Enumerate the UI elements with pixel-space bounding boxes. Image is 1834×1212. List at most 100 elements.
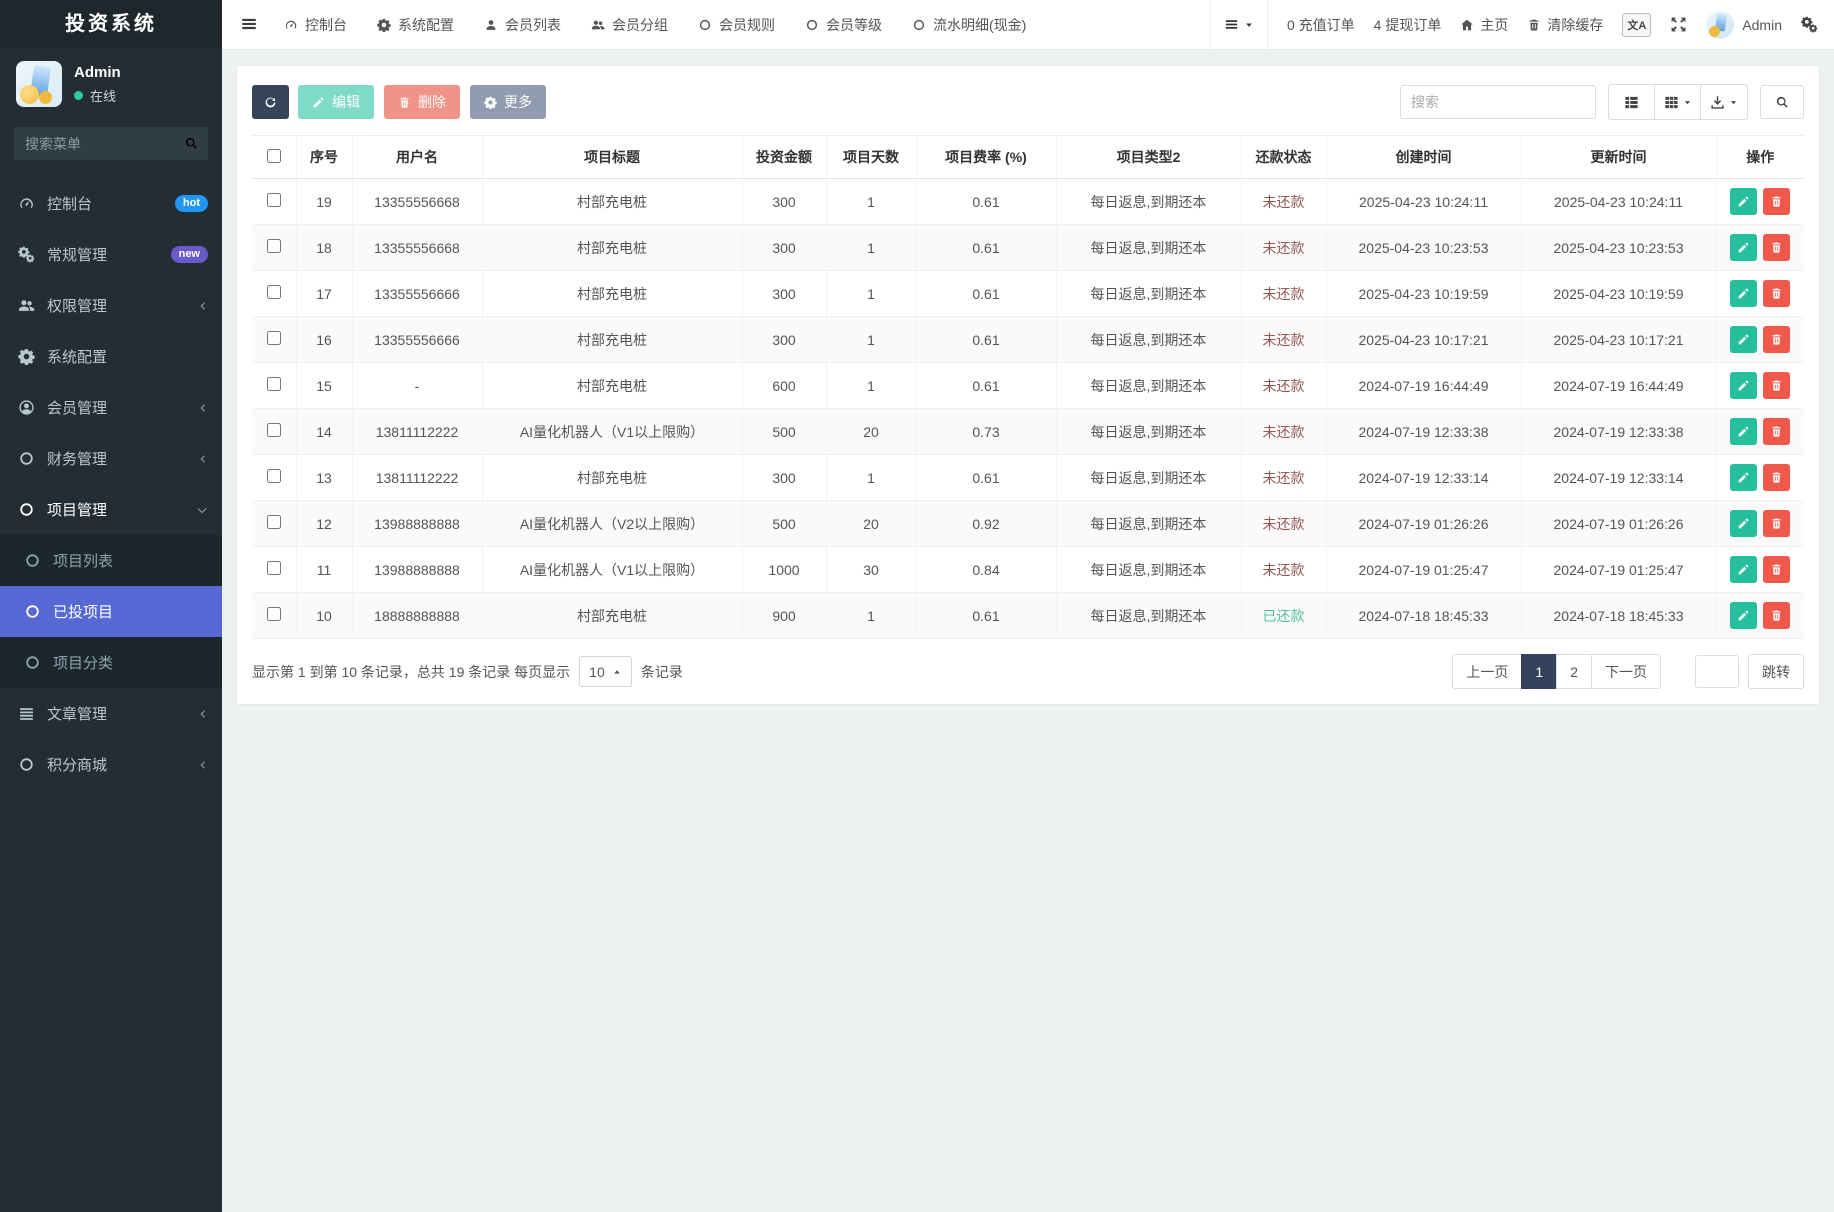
edit-button[interactable]: 编辑: [298, 85, 374, 119]
cell-id: 12: [296, 501, 352, 547]
topnav-cash-flow[interactable]: 流水明细(现金): [912, 15, 1026, 35]
delete-row-button[interactable]: [1763, 280, 1790, 307]
delete-row-button[interactable]: [1763, 326, 1790, 353]
prev-page-button[interactable]: 上一页: [1452, 654, 1522, 689]
topnav-system-config[interactable]: 系统配置: [377, 15, 454, 35]
columns-button[interactable]: [1655, 85, 1701, 119]
toggle-view-button[interactable]: [1609, 85, 1655, 119]
topnav-member-level[interactable]: 会员等级: [805, 15, 882, 35]
edit-row-button[interactable]: [1730, 556, 1757, 583]
cell-amount: 300: [742, 317, 826, 363]
sidebar-item-dashboard[interactable]: 控制台hot: [0, 178, 222, 229]
more-button[interactable]: 更多: [470, 85, 546, 119]
cell-user: 13355556666: [352, 317, 482, 363]
row-checkbox[interactable]: [267, 239, 281, 253]
delete-row-button[interactable]: [1763, 372, 1790, 399]
circle-icon: [18, 501, 35, 518]
cell-select: [252, 179, 296, 225]
sidebar-toggle[interactable]: [240, 15, 260, 35]
row-checkbox[interactable]: [267, 607, 281, 621]
cell-select: [252, 455, 296, 501]
row-checkbox[interactable]: [267, 561, 281, 575]
page-jump-button[interactable]: 跳转: [1748, 654, 1804, 689]
edit-row-button[interactable]: [1730, 234, 1757, 261]
cell-id: 11: [296, 547, 352, 593]
caret-up-icon: [612, 667, 622, 677]
translate-icon[interactable]: 文A: [1622, 13, 1651, 37]
row-checkbox[interactable]: [267, 469, 281, 483]
refresh-button[interactable]: [252, 85, 289, 119]
sidebar-item-label: 文章管理: [47, 703, 184, 724]
topnav-dashboard[interactable]: 控制台: [284, 15, 347, 35]
table-row: 15-村部充电桩60010.61每日返息,到期还本未还款2024-07-19 1…: [252, 363, 1804, 409]
online-status: 在线: [74, 86, 121, 105]
fullscreen-icon[interactable]: [1670, 16, 1687, 33]
next-page-button[interactable]: 下一页: [1591, 654, 1661, 689]
delete-row-button[interactable]: [1763, 188, 1790, 215]
edit-row-button[interactable]: [1730, 326, 1757, 353]
view-button-group: [1608, 84, 1748, 120]
row-checkbox[interactable]: [267, 331, 281, 345]
delete-row-button[interactable]: [1763, 464, 1790, 491]
nav-bars-dropdown[interactable]: [1210, 0, 1268, 50]
row-checkbox[interactable]: [267, 423, 281, 437]
user-menu[interactable]: Admin: [1706, 11, 1782, 39]
cell-title: 村部充电桩: [482, 179, 742, 225]
search-button[interactable]: [1760, 85, 1804, 119]
topnav-member-rules[interactable]: 会员规则: [698, 15, 775, 35]
sidebar-item-invested-projects[interactable]: 已投项目: [0, 586, 222, 637]
edit-row-button[interactable]: [1730, 602, 1757, 629]
table-search-input[interactable]: [1400, 85, 1596, 119]
cell-title: 村部充电桩: [482, 225, 742, 271]
sidebar-item-member-management[interactable]: 会员管理: [0, 382, 222, 433]
home-link[interactable]: 主页: [1460, 15, 1508, 35]
sidebar-item-general-management[interactable]: 常规管理new: [0, 229, 222, 280]
sidebar-item-points-mall[interactable]: 积分商城: [0, 739, 222, 790]
sidebar-item-article-management[interactable]: 文章管理: [0, 688, 222, 739]
sidebar-item-project-management[interactable]: 项目管理: [0, 484, 222, 535]
trash-icon: [1770, 333, 1783, 346]
app-title[interactable]: 投资系统: [0, 0, 222, 48]
row-checkbox[interactable]: [267, 193, 281, 207]
sidebar-item-finance-management[interactable]: 财务管理: [0, 433, 222, 484]
chevron-left-icon: [196, 759, 208, 771]
settings-gears-icon[interactable]: [1801, 16, 1818, 33]
edit-row-button[interactable]: [1730, 280, 1757, 307]
recharge-orders-link[interactable]: 0 充值订单: [1287, 15, 1355, 35]
export-button[interactable]: [1701, 85, 1747, 119]
sidebar-item-system-config[interactable]: 系统配置: [0, 331, 222, 382]
sidebar-search-input[interactable]: [14, 127, 208, 160]
delete-button[interactable]: 删除: [384, 85, 460, 119]
sidebar-item-project-list[interactable]: 项目列表: [0, 535, 222, 586]
row-checkbox[interactable]: [267, 377, 281, 391]
sidebar-item-project-category[interactable]: 项目分类: [0, 637, 222, 688]
sidebar-item-permission-management[interactable]: 权限管理: [0, 280, 222, 331]
clear-cache-link[interactable]: 清除缓存: [1527, 15, 1603, 35]
cell-title: 村部充电桩: [482, 271, 742, 317]
cell-updated: 2024-07-19 12:33:38: [1521, 409, 1716, 455]
edit-row-button[interactable]: [1730, 510, 1757, 537]
select-all-checkbox[interactable]: [267, 149, 281, 163]
row-checkbox[interactable]: [267, 285, 281, 299]
page-jump-input[interactable]: [1695, 655, 1739, 688]
cell-days: 30: [826, 547, 916, 593]
delete-row-button[interactable]: [1763, 234, 1790, 261]
cell-select: [252, 501, 296, 547]
row-checkbox[interactable]: [267, 515, 281, 529]
edit-row-button[interactable]: [1730, 372, 1757, 399]
delete-row-button[interactable]: [1763, 510, 1790, 537]
page-size-select[interactable]: 10: [579, 656, 632, 687]
delete-row-button[interactable]: [1763, 418, 1790, 445]
trash-icon: [1770, 471, 1783, 484]
withdraw-orders-link[interactable]: 4 提现订单: [1374, 15, 1442, 35]
delete-row-button[interactable]: [1763, 602, 1790, 629]
delete-row-button[interactable]: [1763, 556, 1790, 583]
gears-icon: [18, 246, 35, 263]
page-button-1[interactable]: 1: [1521, 654, 1557, 689]
topnav-member-group[interactable]: 会员分组: [591, 15, 668, 35]
edit-row-button[interactable]: [1730, 418, 1757, 445]
topnav-member-list[interactable]: 会员列表: [484, 15, 561, 35]
edit-row-button[interactable]: [1730, 188, 1757, 215]
page-button-2[interactable]: 2: [1556, 654, 1592, 689]
edit-row-button[interactable]: [1730, 464, 1757, 491]
